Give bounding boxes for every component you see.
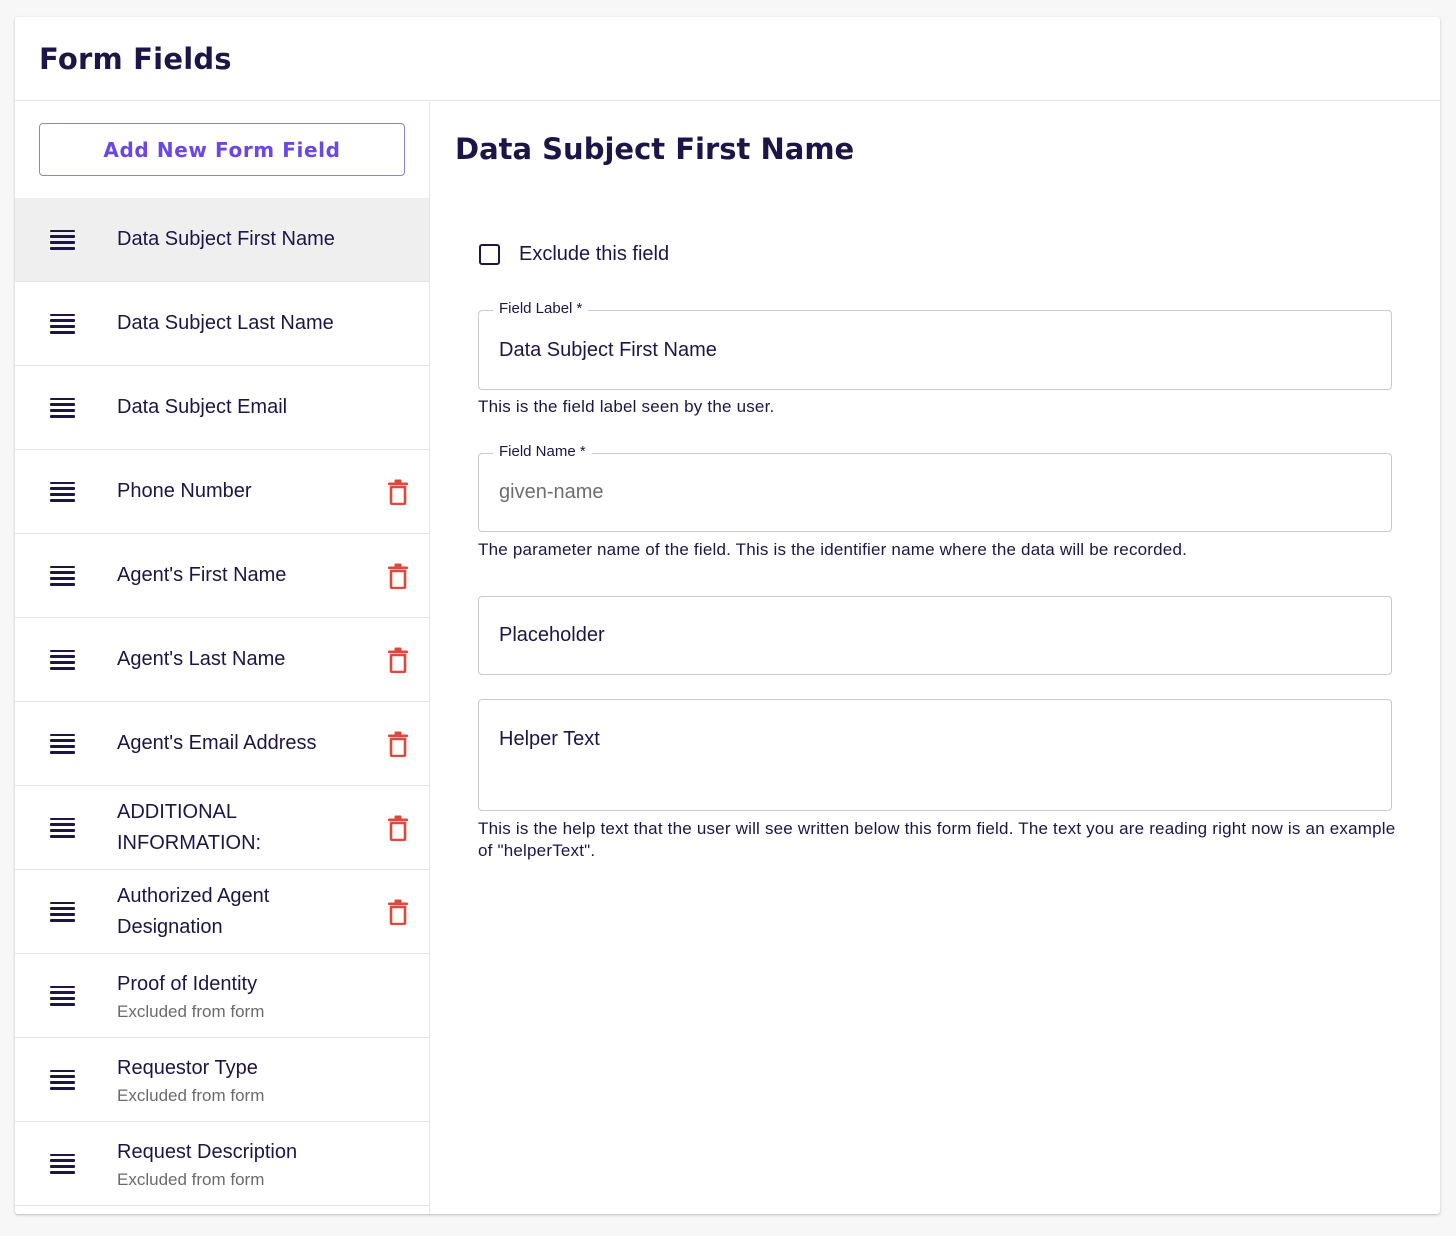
field-label-help: This is the field label seen by the user… xyxy=(478,397,775,416)
drag-handle-icon[interactable] xyxy=(50,481,75,502)
field-detail-panel: Data Subject First Name Exclude this fie… xyxy=(430,102,1440,1214)
field-list-item-label: Agent's Last Name xyxy=(117,648,286,670)
field-list-item[interactable]: Authorized Agent Designation xyxy=(15,870,429,954)
helper-text-help: This is the help text that the user will… xyxy=(478,819,1396,860)
drag-handle-icon[interactable] xyxy=(50,397,75,418)
field-label-field: Field Label * xyxy=(478,300,1392,390)
drag-handle-icon[interactable] xyxy=(50,649,75,670)
field-list-item[interactable]: Data Subject First Name xyxy=(15,198,429,282)
field-list-item-label: Data Subject First Name xyxy=(117,228,335,250)
field-list-item[interactable]: ADDITIONAL INFORMATION: xyxy=(15,786,429,870)
field-name-help: The parameter name of the field. This is… xyxy=(478,540,1188,559)
placeholder-field xyxy=(478,596,1392,675)
card-header: Form Fields xyxy=(15,17,1440,101)
helper-text-field xyxy=(478,699,1392,811)
form-fields-card: Form Fields Add New Form Field Data Subj… xyxy=(15,17,1440,1214)
field-list-item-label: Agent's First Name xyxy=(117,564,287,586)
field-list-item-label: Requestor Type xyxy=(117,1056,258,1079)
drag-handle-icon[interactable] xyxy=(50,565,75,586)
field-list-item-label: Data Subject Email xyxy=(117,396,288,418)
field-list-item-label: Phone Number xyxy=(117,480,252,502)
drag-handle-icon[interactable] xyxy=(50,901,75,922)
field-list-panel: Add New Form Field Data Subject First Na… xyxy=(15,102,430,1214)
trash-icon[interactable] xyxy=(387,899,409,925)
trash-icon[interactable] xyxy=(387,563,409,589)
drag-handle-icon[interactable] xyxy=(50,733,75,754)
placeholder-input[interactable] xyxy=(499,597,1371,674)
field-list: Data Subject First Name Data Subject Last… xyxy=(15,198,429,1206)
field-list-item-text: Data Subject First Name xyxy=(117,224,359,255)
field-list-item-text: Data Subject Email xyxy=(117,392,359,423)
drag-handle-icon[interactable] xyxy=(50,313,75,334)
field-list-item-text: Agent's Last Name xyxy=(117,644,359,675)
field-list-item[interactable]: Data Subject Email xyxy=(15,366,429,450)
trash-icon[interactable] xyxy=(387,731,409,757)
drag-handle-icon[interactable] xyxy=(50,1153,75,1174)
add-new-form-field-button[interactable]: Add New Form Field xyxy=(39,123,405,176)
field-list-item-text: Phone Number xyxy=(117,476,359,507)
field-list-item-label: Authorized Agent Designation xyxy=(117,884,270,938)
field-list-item-label: Request Description xyxy=(117,1140,298,1163)
field-list-item-status: Excluded from form xyxy=(117,1169,265,1189)
field-list-item[interactable]: Proof of Identity Excluded from form xyxy=(15,954,429,1038)
exclude-field-row: Exclude this field xyxy=(479,243,669,266)
field-list-item[interactable]: Agent's Last Name xyxy=(15,618,429,702)
field-list-item-label: Agent's Email Address xyxy=(117,732,317,754)
field-list-item-status: Excluded from form xyxy=(117,1001,265,1021)
field-name-field: Field Name * xyxy=(478,443,1392,532)
trash-icon[interactable] xyxy=(387,479,409,505)
field-list-item-text: ADDITIONAL INFORMATION: xyxy=(117,797,359,859)
field-list-item-label: ADDITIONAL INFORMATION: xyxy=(117,800,262,854)
field-detail-title: Data Subject First Name xyxy=(455,132,855,166)
field-list-item[interactable]: Data Subject Last Name xyxy=(15,282,429,366)
field-list-item-text: Request Description Excluded from form xyxy=(117,1137,359,1191)
field-list-item[interactable]: Requestor Type Excluded from form xyxy=(15,1038,429,1122)
field-list-item[interactable]: Agent's Email Address xyxy=(15,702,429,786)
field-list-item-status: Excluded from form xyxy=(117,1085,265,1105)
card-body: Add New Form Field Data Subject First Na… xyxy=(15,102,1440,1214)
trash-icon[interactable] xyxy=(387,647,409,673)
field-list-item-text: Authorized Agent Designation xyxy=(117,881,359,943)
field-list-item[interactable]: Agent's First Name xyxy=(15,534,429,618)
field-list-item-label: Data Subject Last Name xyxy=(117,312,334,334)
helper-text-input[interactable] xyxy=(499,726,1371,810)
field-list-item[interactable]: Request Description Excluded from form xyxy=(15,1122,429,1206)
exclude-field-label[interactable]: Exclude this field xyxy=(519,243,669,266)
field-list-item-text: Data Subject Last Name xyxy=(117,308,359,339)
field-label-input[interactable] xyxy=(499,311,1371,389)
field-list-item-text: Agent's First Name xyxy=(117,560,359,591)
field-list-item-text: Requestor Type Excluded from form xyxy=(117,1053,359,1107)
field-list-item-text: Proof of Identity Excluded from form xyxy=(117,969,359,1023)
trash-icon[interactable] xyxy=(387,815,409,841)
page-title: Form Fields xyxy=(39,41,232,76)
field-list-item-label: Proof of Identity xyxy=(117,972,258,995)
drag-handle-icon[interactable] xyxy=(50,985,75,1006)
drag-handle-icon[interactable] xyxy=(50,817,75,838)
exclude-field-checkbox[interactable] xyxy=(479,244,500,265)
field-list-item[interactable]: Phone Number xyxy=(15,450,429,534)
field-list-item-text: Agent's Email Address xyxy=(117,728,359,759)
drag-handle-icon[interactable] xyxy=(50,229,75,250)
drag-handle-icon[interactable] xyxy=(50,1069,75,1090)
field-name-input[interactable] xyxy=(499,454,1371,531)
